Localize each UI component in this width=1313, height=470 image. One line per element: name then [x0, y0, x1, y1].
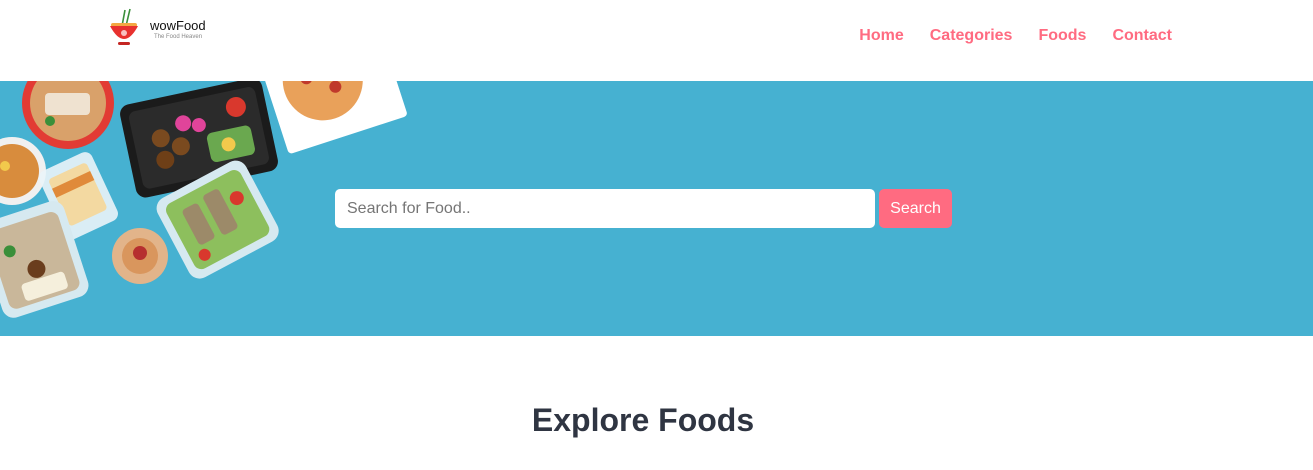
brand-tagline: The Food Heaven — [154, 34, 203, 40]
nav-link-foods[interactable]: Foods — [1038, 27, 1086, 45]
search-form: Search — [335, 189, 952, 228]
food-search-hero: Search — [0, 81, 1313, 336]
nav-link-home[interactable]: Home — [859, 27, 903, 45]
search-button[interactable]: Search — [879, 189, 952, 228]
food-search-input[interactable] — [335, 189, 875, 228]
brand-name: wowFood — [150, 18, 206, 33]
explore-foods-heading: Explore Foods — [531, 402, 755, 438]
logo[interactable]: wowFood The Food Heaven — [108, 8, 218, 48]
nav-link-contact[interactable]: Contact — [1112, 27, 1172, 45]
main-menu: Home Categories Foods Contact — [859, 27, 1172, 45]
navbar: wowFood The Food Heaven Home Categories … — [0, 0, 1313, 81]
noodle-bowl-icon — [110, 8, 138, 45]
nav-link-categories[interactable]: Categories — [930, 27, 1013, 45]
